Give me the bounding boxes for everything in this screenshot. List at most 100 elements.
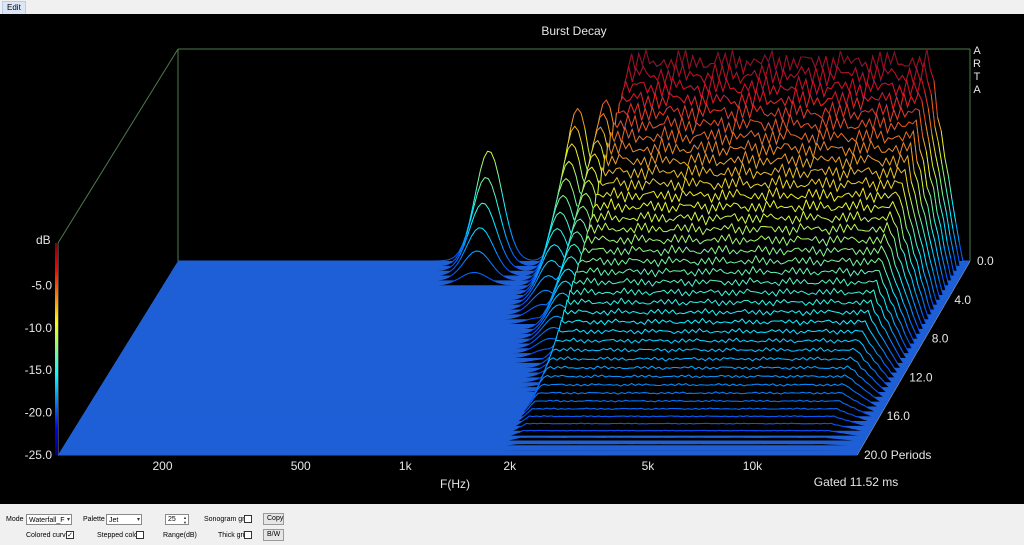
gated-label: Gated 11.52 ms: [814, 475, 899, 489]
slice-curve-segment: [565, 375, 570, 378]
z-tick-label: -15.0: [25, 363, 53, 377]
slice-curve-segment: [713, 330, 718, 333]
z-tick-label: -10.0: [25, 321, 53, 335]
slice-curve-segment: [744, 392, 749, 394]
slice-curve-segment: [561, 330, 566, 333]
depth-tick-label: 20.0 Periods: [864, 448, 931, 462]
thick-grid-checkbox[interactable]: [244, 531, 252, 539]
slice-curve-segment: [688, 408, 692, 410]
slice-curve-segment: [718, 422, 723, 425]
slice-curve-segment: [639, 348, 644, 350]
slice-curve-segment: [629, 358, 634, 361]
slice-curve-segment: [599, 392, 604, 394]
slice-curve-segment: [754, 291, 759, 293]
bw-button[interactable]: B/W: [263, 529, 284, 541]
slice-curve-segment: [539, 303, 543, 306]
z-tick-label: -25.0: [25, 448, 53, 462]
slice-curve-segment: [805, 339, 809, 341]
palette-value: Jet: [109, 517, 119, 524]
frame-left-top-edge: [57, 48, 179, 244]
mode-label: Mode: [6, 516, 24, 523]
mode-select[interactable]: Waterfall_F ▾: [26, 514, 72, 525]
menu-bar: Edit: [0, 0, 1024, 15]
x-tick-label: 500: [291, 459, 311, 473]
slice-curve-segment: [612, 282, 617, 285]
slice-curve-segment: [792, 400, 797, 402]
slice-curve-segment: [620, 422, 625, 425]
slice-curve-segment: [728, 415, 733, 418]
slice-curve-segment: [535, 408, 540, 410]
copy-button[interactable]: Copy: [263, 513, 284, 525]
colored-curves-checkbox[interactable]: ✓: [66, 531, 74, 539]
slice-curve-segment: [842, 425, 846, 428]
slice-curve-segment: [820, 422, 825, 425]
slice-curve-segment: [667, 422, 672, 425]
slice-curve-segment: [798, 384, 802, 386]
slice-curve-segment: [647, 400, 652, 403]
slice-curve-segment: [717, 280, 722, 282]
spinner-arrows-icon[interactable]: ▲ ▼: [183, 515, 187, 525]
menu-edit[interactable]: Edit: [2, 1, 26, 15]
waterfall-chart: Burst Decay A R T AdB -5.0 -10.0 -15.0 -20.0 -25.…: [0, 14, 1024, 504]
slice-curve-segment: [733, 392, 738, 394]
slice-curve-segment: [774, 400, 779, 403]
slice-curve-segment: [745, 400, 750, 402]
slice-curve-segment: [561, 408, 565, 410]
slice-curve-segment: [808, 375, 813, 377]
slice-curve-segment: [673, 322, 678, 324]
slice-curve-segment: [780, 422, 785, 425]
x-tick-label: 1k: [399, 459, 413, 473]
watermark-letter: A: [973, 45, 981, 57]
slice-curve-segment: [552, 391, 557, 394]
slice-curve-segment: [575, 400, 579, 403]
slice-curve-segment: [734, 358, 739, 360]
slice-curve-segment: [764, 226, 768, 228]
slice-curve-segment: [838, 349, 843, 351]
slice-curve-segment: [717, 408, 721, 410]
slice-curve-segment: [816, 422, 821, 425]
slice-curve-segment: [680, 321, 685, 324]
slice-curve-segment: [844, 419, 849, 422]
slice-curve-segment: [624, 422, 629, 425]
slice-curve-segment: [564, 408, 569, 410]
slice-curve-segment: [639, 392, 644, 394]
z-tick-label: -5.0: [31, 278, 52, 292]
slice-curve-segment: [660, 123, 665, 125]
slice-curve-segment: [478, 227, 483, 229]
depth-tick-label: 12.0: [909, 370, 933, 384]
slice-curve-segment: [881, 206, 886, 208]
palette-select[interactable]: Jet ▾: [106, 514, 142, 525]
x-tick-label: 200: [153, 459, 173, 473]
slice-curve-segment: [609, 384, 614, 386]
slice-curve-segment: [680, 408, 685, 410]
slice-curve-segment: [762, 423, 766, 425]
slice-curve-segment: [725, 415, 729, 418]
slice-curve-segment: [729, 423, 734, 425]
slice-curve-segment: [634, 415, 639, 417]
slice-curve-segment: [835, 260, 839, 262]
stepped-colors-checkbox[interactable]: [136, 531, 144, 539]
slice-curve-segment: [722, 422, 727, 425]
slice-curve-segment: [613, 384, 618, 386]
depth-tick-label: 4.0: [954, 293, 971, 307]
slice-curve-segment: [591, 422, 596, 425]
slice-curve-segment: [590, 407, 594, 410]
x-tick-label: 2k: [503, 459, 517, 473]
slice-curve-segment: [530, 422, 534, 425]
sonogram-grid-checkbox[interactable]: [244, 515, 252, 523]
slice-curve-segment: [550, 327, 555, 329]
range-spinner[interactable]: 25 ▲ ▼: [165, 514, 189, 525]
slice-curve-segment: [547, 415, 552, 417]
slice-curve-segment: [677, 367, 681, 369]
slice-curve-segment: [587, 415, 592, 417]
x-tick-label: 5k: [642, 459, 656, 473]
slice-curve-segment: [730, 87, 734, 90]
slice-curve-segment: [835, 311, 840, 314]
chevron-down-icon: ▾: [66, 517, 70, 523]
slice-curve-segment: [567, 429, 571, 432]
slice-curve-segment: [670, 375, 675, 377]
slice-curve-segment: [631, 422, 636, 425]
slice-curve-segment: [875, 269, 880, 272]
slice-curve-segment: [602, 339, 607, 342]
slice-curve-segment: [532, 317, 537, 319]
